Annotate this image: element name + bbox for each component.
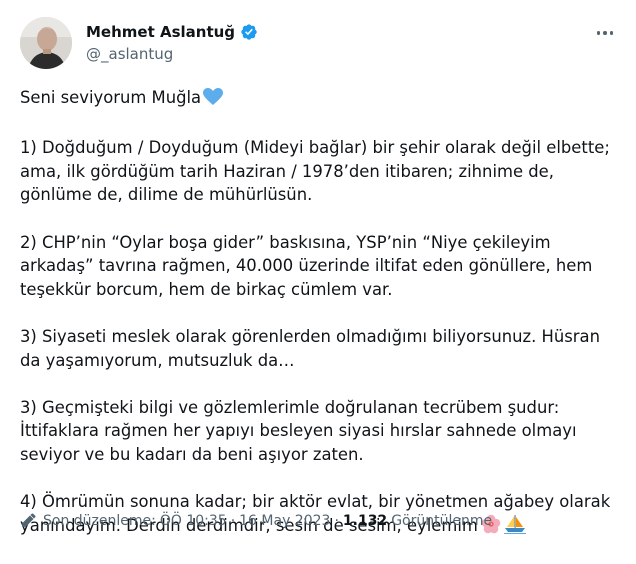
author-display-name[interactable]: Mehmet Aslantuğ <box>86 23 235 41</box>
avatar[interactable] <box>20 17 72 69</box>
separator: · <box>334 512 339 529</box>
more-horizontal-icon <box>596 31 601 35</box>
more-horizontal-icon-dot <box>609 31 614 35</box>
tweet-meta: Son düzenleme: ÖÖ 10:35 · 16 May 2023 · … <box>20 512 492 529</box>
tweet-paragraph: 3) Geçmişteki bilgi ve gözlemlerimle doğ… <box>20 397 577 464</box>
author-name-row: Mehmet Aslantuğ <box>86 23 258 41</box>
tweet-time[interactable]: ÖÖ 10:35 <box>160 513 227 529</box>
tweet-paragraph: 2) CHP’nin “Oylar boşa gider” baskısına,… <box>20 232 593 299</box>
tweet-paragraph: 3) Siyaseti meslek olarak görenlerden ol… <box>20 326 600 370</box>
tweet-paragraph: 1) Doğduğum / Doyduğum (Mideyi bağlar) b… <box>20 138 610 205</box>
verified-badge-icon <box>240 23 258 41</box>
more-horizontal-icon-dot <box>603 31 607 35</box>
views-label: Görüntülenme <box>391 512 493 529</box>
separator: · <box>230 512 236 529</box>
pencil-icon <box>20 512 37 529</box>
more-options-button[interactable] <box>594 22 616 44</box>
tweet-card: Mehmet Aslantuğ @_aslantug Seni seviyoru… <box>0 0 636 544</box>
last-edited-label[interactable]: Son düzenleme: <box>43 513 156 529</box>
tweet-intro-text: Seni seviyorum Muğla <box>20 88 202 107</box>
tweet-intro: Seni seviyorum Muğla <box>20 86 620 113</box>
blue-heart-emoji-icon <box>203 88 224 113</box>
views-count[interactable]: 1.132 <box>343 513 387 529</box>
tweet-date[interactable]: 16 May 2023 <box>239 513 330 529</box>
sailboat-emoji-icon <box>503 514 526 541</box>
tweet-text: Seni seviyorum Muğla 1) Doğduğum / Doydu… <box>20 86 620 564</box>
author-handle[interactable]: @_aslantug <box>86 45 173 63</box>
